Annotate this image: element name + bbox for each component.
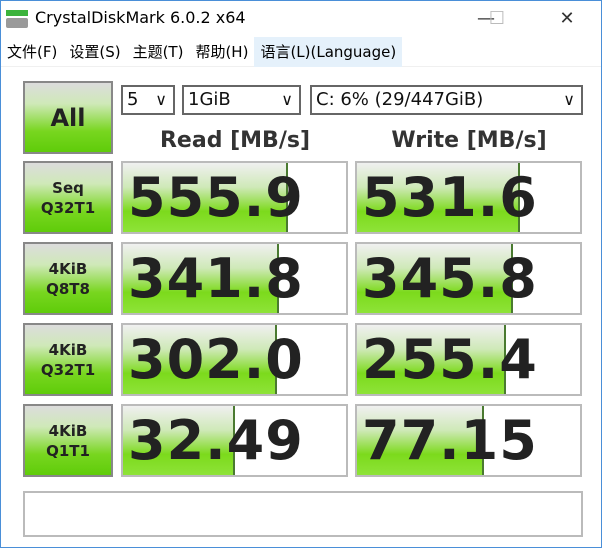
test-label-type: 4KiB: [48, 259, 88, 278]
read-value: 555.9: [128, 166, 304, 229]
test-button[interactable]: Seq Q32T1: [23, 161, 113, 234]
app-icon: [6, 10, 28, 28]
test-button[interactable]: 4KiB Q1T1: [23, 404, 113, 477]
write-value: 255.4: [362, 328, 538, 391]
write-result: 345.8: [355, 242, 582, 315]
menu-theme[interactable]: 主题(T): [127, 37, 190, 67]
menu-bar: 文件(F) 设置(S) 主题(T) 帮助(H) 语言(L)(Language): [1, 36, 601, 67]
drive-select[interactable]: C: 6% (29/447GiB) ∨: [310, 85, 583, 115]
comment-input[interactable]: [23, 491, 583, 537]
test-button[interactable]: 4KiB Q32T1: [23, 323, 113, 396]
chevron-down-icon: ∨: [563, 90, 575, 109]
write-header: Write [MB/s]: [391, 128, 547, 153]
test-label-type: 4KiB: [48, 421, 88, 440]
read-value: 32.49: [128, 409, 304, 472]
test-label-queue: Q8T8: [46, 279, 90, 298]
window-title: CrystalDiskMark 6.0.2 x64: [35, 8, 246, 27]
test-count-select[interactable]: 5 ∨: [121, 85, 175, 115]
read-result: 555.9: [121, 161, 348, 234]
drive-value: C: 6% (29/447GiB): [316, 89, 484, 110]
maximize-button[interactable]: ☐: [474, 1, 520, 36]
menu-file[interactable]: 文件(F): [1, 37, 63, 67]
test-label-type: 4KiB: [48, 340, 88, 359]
title-bar: CrystalDiskMark 6.0.2 x64 — ☐ ✕: [1, 1, 601, 36]
test-size-value: 1GiB: [188, 89, 231, 110]
read-result: 341.8: [121, 242, 348, 315]
test-button[interactable]: 4KiB Q8T8: [23, 242, 113, 315]
test-count-value: 5: [127, 89, 139, 110]
write-value: 531.6: [362, 166, 538, 229]
read-header: Read [MB/s]: [159, 128, 310, 153]
test-size-select[interactable]: 1GiB ∨: [182, 85, 301, 115]
read-result: 32.49: [121, 404, 348, 477]
read-value: 341.8: [128, 247, 304, 310]
read-result: 302.0: [121, 323, 348, 396]
read-value: 302.0: [128, 328, 304, 391]
write-value: 345.8: [362, 247, 538, 310]
test-label-queue: Q32T1: [40, 198, 96, 217]
chevron-down-icon: ∨: [281, 90, 293, 109]
write-result: 77.15: [355, 404, 582, 477]
menu-language[interactable]: 语言(L)(Language): [254, 36, 403, 67]
menu-settings[interactable]: 设置(S): [63, 37, 126, 67]
write-result: 531.6: [355, 161, 582, 234]
close-button[interactable]: ✕: [544, 1, 590, 36]
write-result: 255.4: [355, 323, 582, 396]
write-value: 77.15: [362, 409, 538, 472]
all-button[interactable]: All: [23, 81, 113, 154]
test-label-queue: Q32T1: [40, 360, 96, 379]
test-label-queue: Q1T1: [46, 441, 90, 460]
menu-help[interactable]: 帮助(H): [189, 37, 254, 67]
test-label-type: Seq: [52, 178, 84, 197]
chevron-down-icon: ∨: [155, 90, 167, 109]
